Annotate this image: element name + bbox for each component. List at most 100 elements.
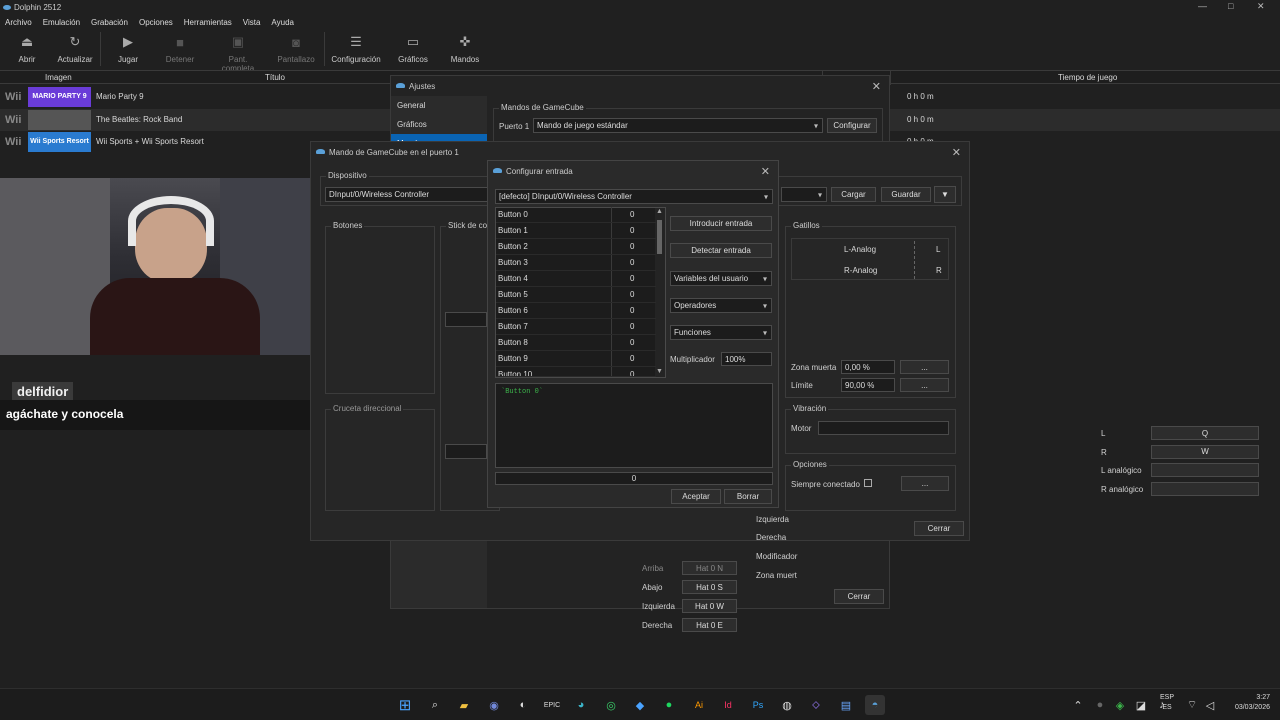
user-variables-select[interactable]: Variables del usuario bbox=[670, 271, 772, 286]
device-select[interactable]: DInput/0/Wireless Controller bbox=[325, 187, 495, 202]
load-button[interactable]: Cargar bbox=[831, 187, 876, 202]
camera-button[interactable]: ◙ Pantallazo bbox=[271, 32, 321, 65]
tab-general[interactable]: General bbox=[397, 101, 425, 110]
save-button[interactable]: Guardar bbox=[881, 187, 931, 202]
input-row[interactable]: Button 70 bbox=[496, 319, 656, 335]
limit-spinbox[interactable]: 90,00 % bbox=[841, 378, 895, 392]
fullscreen-button[interactable]: ▣ Pant. completa bbox=[213, 32, 263, 73]
epic-games-icon[interactable]: EPIC bbox=[542, 695, 562, 715]
chevron-up-icon[interactable]: ⌃ bbox=[1068, 695, 1088, 715]
steam-icon[interactable]: ◐ bbox=[513, 695, 533, 715]
input-row[interactable]: Button 10 0 bbox=[496, 367, 656, 377]
refresh-button[interactable]: ↻ Actualizar bbox=[50, 32, 100, 64]
dpad-mapping[interactable]: Hat 0 N bbox=[682, 561, 737, 575]
tray-icon[interactable]: ◪ bbox=[1131, 695, 1151, 715]
wifi-icon[interactable]: ⌔ bbox=[1182, 695, 1202, 715]
input-row[interactable]: Button 30 bbox=[496, 255, 656, 271]
language-indicator[interactable]: ESP ES bbox=[1160, 694, 1174, 711]
input-row[interactable]: Button 80 bbox=[496, 335, 656, 351]
options-more-button[interactable]: ... bbox=[901, 476, 949, 491]
trigger-mapping[interactable] bbox=[1151, 482, 1259, 497]
app-icon[interactable]: ⬦ bbox=[806, 695, 826, 715]
file-explorer-icon[interactable]: ▰ bbox=[454, 695, 474, 715]
app-icon[interactable]: ▤ bbox=[836, 695, 856, 715]
speaker-icon[interactable]: ◁ bbox=[1200, 695, 1220, 715]
trigger-mapping[interactable]: W bbox=[1151, 444, 1259, 459]
indesign-icon[interactable]: Id bbox=[718, 695, 738, 715]
column-playtime[interactable]: Tiempo de juego bbox=[1058, 73, 1117, 82]
menu-herramientas[interactable]: Herramientas bbox=[184, 18, 232, 27]
windows-start-icon[interactable]: ⊞ bbox=[395, 695, 415, 715]
folder-button[interactable]: ⏏ Abrir bbox=[2, 32, 52, 64]
deadzone-more-button[interactable]: ... bbox=[900, 360, 949, 374]
deadzone-spinbox[interactable]: 0,00 % bbox=[841, 360, 895, 374]
profile-select[interactable] bbox=[781, 187, 827, 202]
stick-deadzone-field[interactable] bbox=[445, 444, 487, 459]
close-icon[interactable]: ✕ bbox=[872, 80, 881, 93]
multiplier-spinbox[interactable]: 100% bbox=[721, 352, 772, 366]
stick-field[interactable] bbox=[445, 312, 487, 327]
input-row[interactable]: Button 20 bbox=[496, 239, 656, 255]
obs-icon[interactable]: ◍ bbox=[777, 695, 797, 715]
menu-archivo[interactable]: Archivo bbox=[5, 18, 32, 27]
close-icon[interactable]: ✕ bbox=[952, 146, 961, 159]
discord-icon[interactable]: ◉ bbox=[484, 695, 504, 715]
input-row[interactable]: Button 10 bbox=[496, 223, 656, 239]
dolphin-taskbar-icon[interactable]: ◓ bbox=[865, 695, 885, 715]
illustrator-icon[interactable]: Ai bbox=[689, 695, 709, 715]
trigger-mapping[interactable] bbox=[1151, 463, 1259, 478]
input-row[interactable]: Button 00 bbox=[496, 207, 656, 223]
menu-ayuda[interactable]: Ayuda bbox=[271, 18, 294, 27]
expression-editor[interactable]: `Button 0` bbox=[495, 383, 773, 468]
spotify-icon[interactable]: ● bbox=[659, 695, 679, 715]
menu-opciones[interactable]: Opciones bbox=[139, 18, 173, 27]
options-dropdown-button[interactable]: ▼ bbox=[934, 186, 956, 203]
settings-close-button[interactable]: Cerrar bbox=[834, 589, 884, 604]
tray-icon[interactable]: ● bbox=[1090, 695, 1110, 715]
trigger-mapping[interactable]: Q bbox=[1151, 426, 1259, 440]
clear-button[interactable]: Borrar bbox=[724, 489, 772, 504]
always-connected-checkbox[interactable] bbox=[864, 479, 872, 487]
stop-button[interactable]: ■ Detener bbox=[155, 32, 205, 65]
input-row[interactable]: Button 40 bbox=[496, 271, 656, 287]
dpad-mapping[interactable]: Hat 0 E bbox=[682, 618, 737, 632]
dpad-mapping[interactable]: Hat 0 W bbox=[682, 599, 737, 613]
insert-input-button[interactable]: Introducir entrada bbox=[670, 216, 772, 231]
limit-more-button[interactable]: ... bbox=[900, 378, 949, 392]
monitor-button[interactable]: ▭ Gráficos bbox=[388, 32, 438, 64]
tab-graficos[interactable]: Gráficos bbox=[397, 120, 427, 129]
search-icon[interactable]: ⌕ bbox=[425, 695, 445, 715]
maximize-button[interactable]: □ bbox=[1228, 1, 1233, 11]
gamepad-button[interactable]: ✜ Mandos bbox=[440, 32, 490, 64]
clock[interactable]: 3:27 03/03/2026 bbox=[1226, 694, 1270, 711]
dpad-mapping[interactable]: Hat 0 S bbox=[682, 580, 737, 594]
menu-vista[interactable]: Vista bbox=[243, 18, 261, 27]
column-title[interactable]: Título bbox=[265, 73, 285, 82]
gc-close-button[interactable]: Cerrar bbox=[914, 521, 964, 536]
accept-button[interactable]: Aceptar bbox=[671, 489, 721, 504]
input-row[interactable]: Button 60 bbox=[496, 303, 656, 319]
photoshop-icon[interactable]: Ps bbox=[748, 695, 768, 715]
close-icon[interactable]: ✕ bbox=[761, 165, 770, 178]
whatsapp-icon[interactable]: ◎ bbox=[601, 695, 621, 715]
port-device-select[interactable]: Mando de juego estándar bbox=[533, 118, 823, 133]
input-row[interactable]: Button 50 bbox=[496, 287, 656, 303]
app-icon[interactable]: ◆ bbox=[630, 695, 650, 715]
functions-select[interactable]: Funciones bbox=[670, 325, 772, 340]
menu-emulacion[interactable]: Emulación bbox=[43, 18, 80, 27]
close-window-button[interactable]: ✕ bbox=[1257, 1, 1265, 12]
column-image[interactable]: Imagen bbox=[45, 73, 72, 82]
input-list-scrollbar[interactable]: ▲ ▼ bbox=[655, 208, 665, 377]
menu-grabacion[interactable]: Grabación bbox=[91, 18, 128, 27]
configure-button[interactable]: Configurar bbox=[827, 118, 877, 133]
edge-icon[interactable]: ◕ bbox=[571, 695, 591, 715]
tray-icon[interactable]: ◈ bbox=[1110, 695, 1130, 715]
detect-input-button[interactable]: Detectar entrada bbox=[670, 243, 772, 258]
motor-field[interactable] bbox=[818, 421, 949, 435]
operators-select[interactable]: Operadores bbox=[670, 298, 772, 313]
input-row[interactable]: Button 90 bbox=[496, 351, 656, 367]
play-button[interactable]: ▶ Jugar bbox=[103, 32, 153, 64]
input-device-select[interactable]: [defecto] DInput/0/Wireless Controller bbox=[495, 189, 773, 204]
minimize-button[interactable]: — bbox=[1198, 1, 1207, 11]
sliders-button[interactable]: ☰ Configuración bbox=[331, 32, 381, 64]
